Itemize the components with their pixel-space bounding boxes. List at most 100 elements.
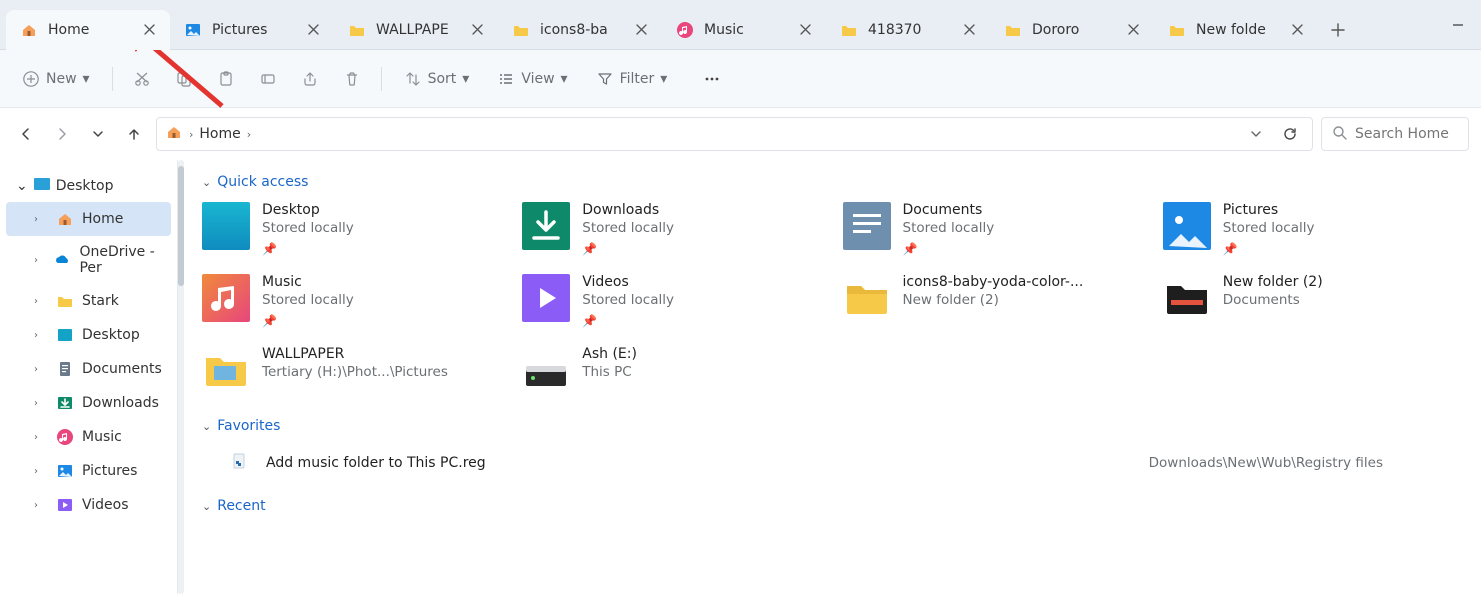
sort-button[interactable]: Sort ▾ <box>394 64 480 94</box>
rename-button[interactable] <box>251 64 285 94</box>
tab-icons8-ba[interactable]: icons8-ba <box>498 10 662 50</box>
minimize-button[interactable] <box>1435 8 1481 42</box>
quick-item-pictures[interactable]: PicturesStored locally📌 <box>1163 202 1463 256</box>
item-title: Ash (E:) <box>582 346 637 362</box>
sidebar-item-pictures[interactable]: ›Pictures <box>6 454 171 488</box>
nav-forward-button[interactable] <box>48 120 76 148</box>
delete-button[interactable] <box>335 64 369 94</box>
more-button[interactable] <box>695 64 729 94</box>
close-tab-button[interactable] <box>630 19 652 41</box>
view-button[interactable]: View ▾ <box>487 64 577 94</box>
quick-item-documents[interactable]: DocumentsStored locally📌 <box>843 202 1143 256</box>
sidebar-item-label: Downloads <box>82 395 159 411</box>
close-tab-button[interactable] <box>794 19 816 41</box>
drive-icon <box>522 346 570 394</box>
quick-item-icons8-baby-yoda-color-[interactable]: icons8-baby-yoda-color-...New folder (2) <box>843 274 1143 328</box>
item-title: New folder (2) <box>1223 274 1323 290</box>
pictures-icon <box>56 462 74 480</box>
section-recent[interactable]: ⌄ Recent <box>202 498 1463 514</box>
quick-item-desktop[interactable]: DesktopStored locally📌 <box>202 202 502 256</box>
close-tab-button[interactable] <box>138 19 160 41</box>
sidebar-item-downloads[interactable]: › Downloads <box>6 386 171 420</box>
search-box[interactable] <box>1321 117 1469 151</box>
tab-dororo[interactable]: Dororo <box>990 10 1154 50</box>
item-title: Documents <box>903 202 995 218</box>
music-icon <box>202 274 250 322</box>
sidebar-item-onedrive-per[interactable]: ›OneDrive - Per <box>6 236 171 284</box>
nav-back-button[interactable] <box>12 120 40 148</box>
chevron-right-icon: › <box>34 432 48 443</box>
sidebar-item-music[interactable]: ›Music <box>6 420 171 454</box>
section-favorites[interactable]: ⌄ Favorites <box>202 418 1463 434</box>
tab-label: New folde <box>1196 22 1266 38</box>
sidebar-item-documents[interactable]: ›Documents <box>6 352 171 386</box>
chevron-down-icon: ▾ <box>561 71 568 87</box>
sidebar-item-label: Pictures <box>82 463 137 479</box>
separator <box>112 67 113 91</box>
sidebar-item-home[interactable]: ›Home <box>6 202 171 236</box>
new-button[interactable]: New ▾ <box>12 64 100 94</box>
crumb-home[interactable]: Home <box>199 126 240 142</box>
folder-icon <box>1168 21 1186 39</box>
sidebar-item-label: Home <box>82 211 123 227</box>
pin-icon: 📌 <box>582 314 674 328</box>
music-icon <box>56 428 74 446</box>
home-icon <box>56 210 74 228</box>
favorite-item[interactable]: Add music folder to This PC.regDownloads… <box>202 446 1463 480</box>
tab-home[interactable]: Home <box>6 10 170 50</box>
item-title: Desktop <box>262 202 354 218</box>
chevron-down-icon: ⌄ <box>202 420 211 433</box>
tab-music[interactable]: Music <box>662 10 826 50</box>
item-title: Videos <box>582 274 674 290</box>
search-input[interactable] <box>1355 126 1458 142</box>
sidebar-item-videos[interactable]: ›Videos <box>6 488 171 522</box>
tab-label: Dororo <box>1032 22 1079 38</box>
folder-icon <box>512 21 530 39</box>
section-quick-access[interactable]: ⌄ Quick access <box>202 174 1463 190</box>
breadcrumb[interactable]: › Home › <box>156 117 1313 151</box>
separator <box>381 67 382 91</box>
pin-icon: 📌 <box>262 242 354 256</box>
history-dropdown-button[interactable] <box>1242 120 1270 148</box>
nav-up-button[interactable] <box>120 120 148 148</box>
item-subtitle: Documents <box>1223 292 1323 308</box>
item-subtitle: This PC <box>582 364 637 380</box>
quick-item-new-folder-2-[interactable]: New folder (2) Documents <box>1163 274 1463 328</box>
sidebar-item-desktop[interactable]: ›Desktop <box>6 318 171 352</box>
copy-button[interactable] <box>167 64 201 94</box>
close-tab-button[interactable] <box>1286 19 1308 41</box>
view-label: View <box>521 71 554 87</box>
desktop-icon <box>56 326 74 344</box>
close-tab-button[interactable] <box>958 19 980 41</box>
quick-item-ash-e-[interactable]: Ash (E:) This PC <box>522 346 822 394</box>
close-tab-button[interactable] <box>302 19 324 41</box>
dl-icon <box>522 202 570 250</box>
folder-icon <box>348 21 366 39</box>
quick-item-wallpaper[interactable]: WALLPAPERTertiary (H:)\Phot...\Pictures <box>202 346 502 394</box>
tab-label: Pictures <box>212 22 267 38</box>
chevron-right-icon: › <box>34 398 48 409</box>
tab-wallpape[interactable]: WALLPAPE <box>334 10 498 50</box>
tab-new-folde[interactable]: New folde <box>1154 10 1318 50</box>
sidebar-item-label: Videos <box>82 497 129 513</box>
chevron-right-icon: › <box>34 364 48 375</box>
filter-button[interactable]: Filter ▾ <box>586 64 678 94</box>
share-button[interactable] <box>293 64 327 94</box>
refresh-button[interactable] <box>1276 120 1304 148</box>
sidebar-item-stark[interactable]: ›Stark <box>6 284 171 318</box>
quick-item-downloads[interactable]: DownloadsStored locally📌 <box>522 202 822 256</box>
new-tab-button[interactable] <box>1318 10 1358 50</box>
quick-item-music[interactable]: MusicStored locally📌 <box>202 274 502 328</box>
close-tab-button[interactable] <box>1122 19 1144 41</box>
nav-recent-button[interactable] <box>84 120 112 148</box>
paste-button[interactable] <box>209 64 243 94</box>
tab-418370[interactable]: 418370 <box>826 10 990 50</box>
pin-icon: 📌 <box>262 314 354 328</box>
sidebar-top[interactable]: ⌄ Desktop <box>0 170 177 202</box>
chevron-right-icon: › <box>247 128 251 141</box>
sidebar-item-label: OneDrive - Per <box>79 244 163 276</box>
close-tab-button[interactable] <box>466 19 488 41</box>
cut-button[interactable] <box>125 64 159 94</box>
quick-item-videos[interactable]: VideosStored locally📌 <box>522 274 822 328</box>
tab-pictures[interactable]: Pictures <box>170 10 334 50</box>
